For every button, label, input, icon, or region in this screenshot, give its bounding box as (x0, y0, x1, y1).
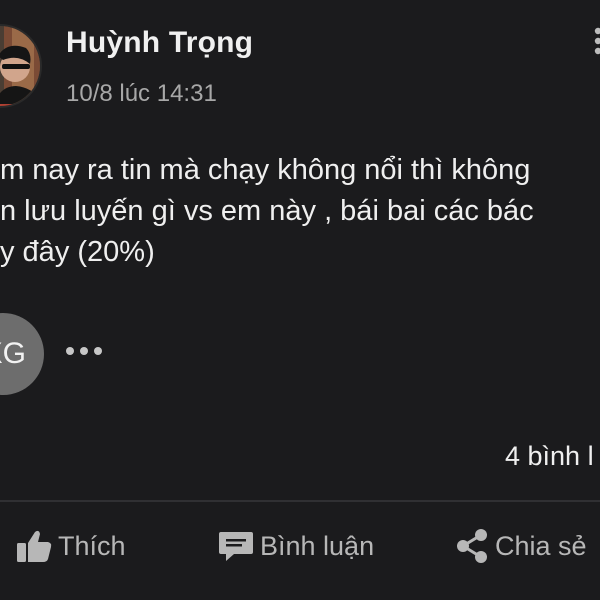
comment-count[interactable]: 4 bình l (505, 441, 594, 472)
avatar-photo-icon (0, 26, 40, 106)
comment-bubble-icon (218, 529, 254, 563)
horizontal-more-icon[interactable] (64, 344, 104, 356)
facebook-post-screen: Huỳnh Trọng 10/8 lúc 14:31 m nay ra tin … (0, 0, 600, 600)
author-name[interactable]: Huỳnh Trọng (66, 26, 253, 60)
author-avatar[interactable] (0, 24, 42, 108)
like-button-label: Thích (58, 530, 126, 561)
thumbs-up-icon (16, 529, 52, 563)
share-button[interactable]: Chia sẻ (455, 526, 587, 566)
post-text-line: n lưu luyến gì vs em này , bái bai các b… (0, 195, 534, 227)
comment-button[interactable]: Bình luận (218, 526, 374, 566)
share-icon (455, 528, 489, 564)
post-text-line: y đây (20%) (0, 236, 155, 268)
post-timestamp[interactable]: 10/8 lúc 14:31 (66, 80, 217, 108)
like-button[interactable]: Thích (16, 526, 126, 566)
post-text-line: m nay ra tin mà chạy không nổi thì không (0, 154, 531, 186)
comment-button-label: Bình luận (260, 530, 375, 561)
vertical-more-icon[interactable] (591, 26, 600, 56)
share-button-label: Chia sẻ (495, 530, 587, 561)
reaction-avatar-badge[interactable]: XG (0, 313, 44, 395)
post-action-bar: Thích Bình luận Chia sẻ (0, 502, 600, 600)
